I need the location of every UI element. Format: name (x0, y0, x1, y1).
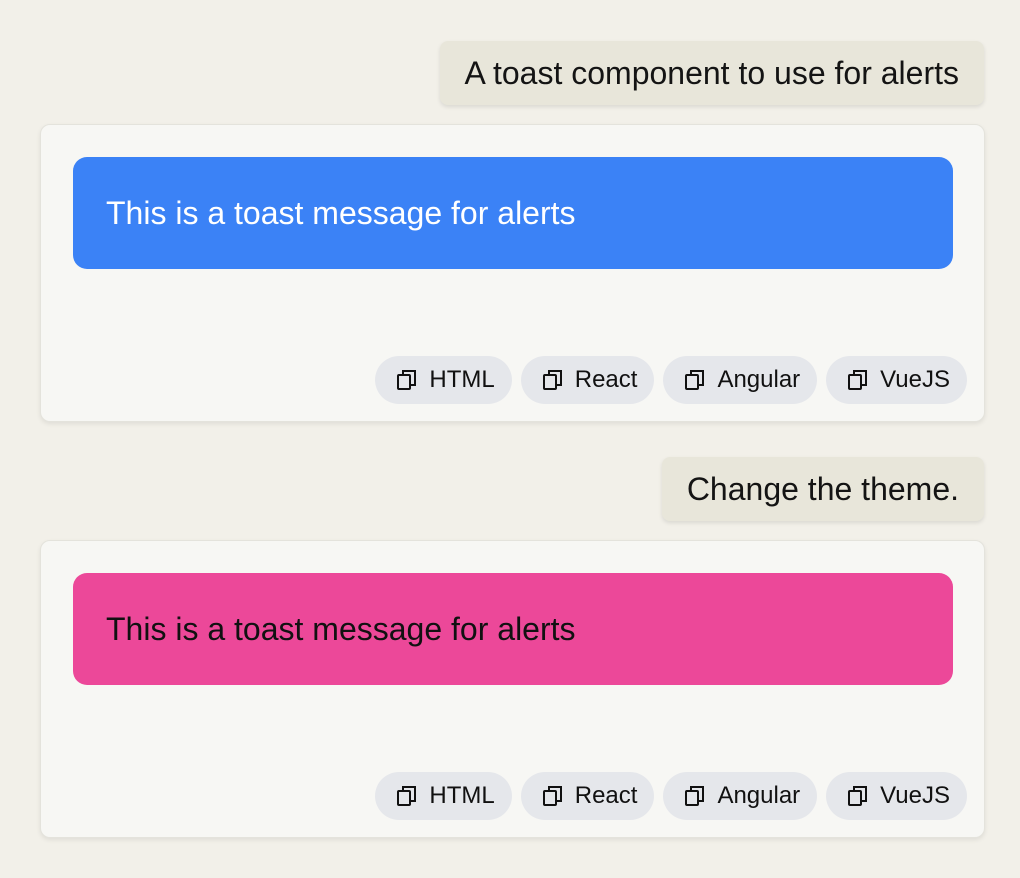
copy-icon (397, 370, 417, 390)
user-message-text: Change the theme. (686, 470, 959, 507)
copy-vuejs-button[interactable]: VueJS (826, 356, 967, 404)
copy-button-row: HTML React Angular VueJS (375, 772, 967, 820)
copy-angular-label: Angular (717, 782, 801, 809)
copy-react-button[interactable]: React (520, 356, 655, 404)
copy-html-button[interactable]: HTML (375, 772, 512, 820)
copy-icon (542, 370, 562, 390)
copy-icon (685, 370, 705, 390)
toast-message: This is a toast message for alerts (106, 194, 576, 231)
copy-html-label: HTML (429, 366, 495, 393)
copy-icon (542, 786, 562, 806)
copy-vuejs-button[interactable]: VueJS (826, 772, 967, 820)
copy-icon (848, 370, 868, 390)
copy-html-label: HTML (429, 782, 495, 809)
user-message: A toast component to use for alerts (439, 41, 984, 105)
copy-icon (685, 786, 705, 806)
toast-preview[interactable]: This is a toast message for alerts (73, 157, 953, 269)
copy-vuejs-label: VueJS (880, 782, 950, 809)
copy-react-label: React (574, 782, 638, 809)
copy-react-label: React (574, 366, 638, 393)
copy-vuejs-label: VueJS (880, 366, 950, 393)
copy-angular-label: Angular (717, 366, 801, 393)
toast-preview[interactable]: This is a toast message for alerts (73, 573, 953, 685)
copy-react-button[interactable]: React (520, 772, 655, 820)
user-message-text: A toast component to use for alerts (464, 54, 960, 91)
response-card: This is a toast message for alerts HTML … (40, 124, 985, 422)
copy-angular-button[interactable]: Angular (663, 772, 818, 820)
user-message: Change the theme. (661, 457, 984, 521)
copy-icon (848, 786, 868, 806)
copy-icon (397, 786, 417, 806)
toast-message: This is a toast message for alerts (106, 610, 576, 647)
copy-button-row: HTML React Angular VueJS (375, 356, 967, 404)
response-card: This is a toast message for alerts HTML … (40, 540, 985, 838)
copy-angular-button[interactable]: Angular (663, 356, 818, 404)
copy-html-button[interactable]: HTML (375, 356, 512, 404)
chat-thread: A toast component to use for alerts This… (0, 0, 1020, 878)
